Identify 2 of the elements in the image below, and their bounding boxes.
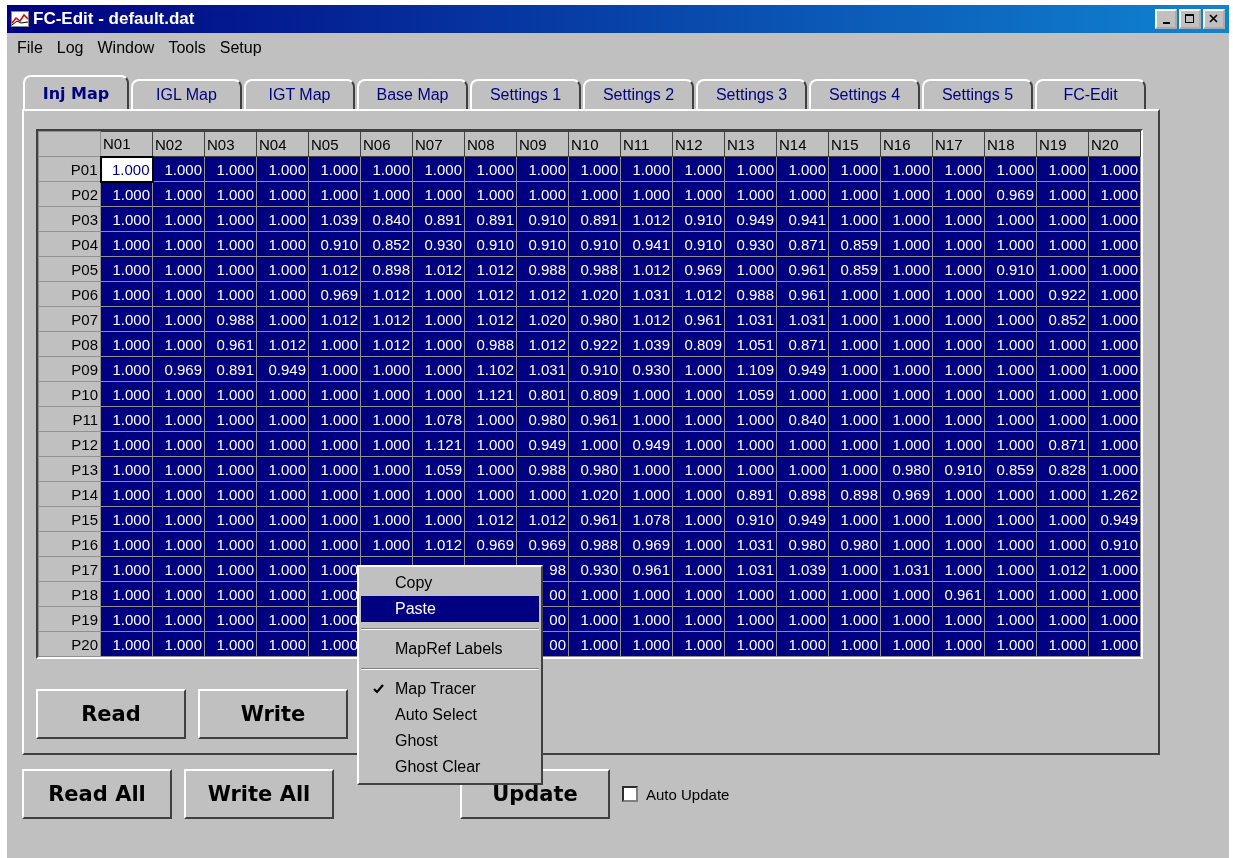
- checkbox-label: Auto Update: [646, 785, 730, 803]
- window-title: FC-Edit - default.dat: [33, 9, 195, 29]
